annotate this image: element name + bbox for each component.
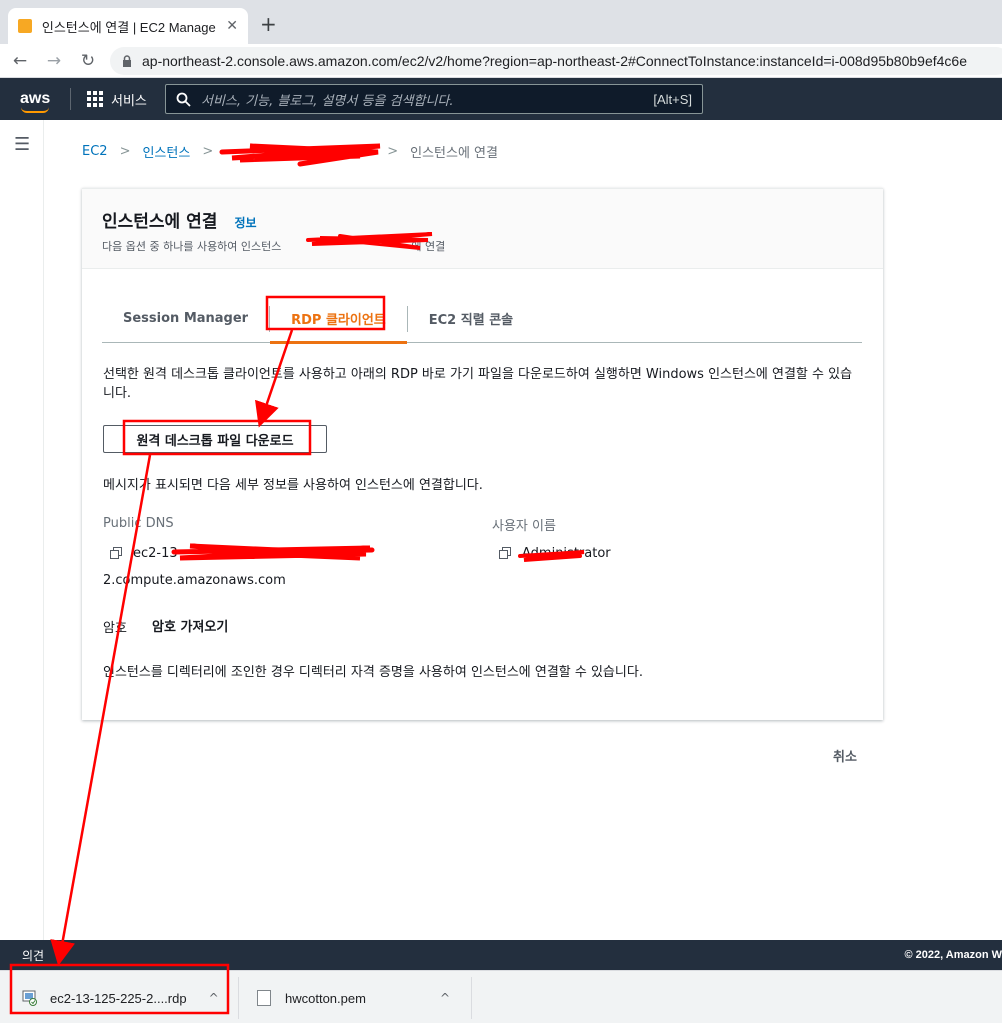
file-icon [257, 990, 271, 1006]
public-dns-label: Public DNS [103, 516, 174, 531]
aws-favicon-icon [18, 19, 32, 33]
connect-instance-panel: 인스턴스에 연결 정보 다음 옵션 중 하나를 사용하여 인스턴스 에 연결 S… [82, 188, 883, 720]
info-link[interactable]: 정보 [235, 216, 257, 230]
aws-logo-text: aws [20, 90, 51, 107]
connect-details-message: 메시지가 표시되면 다음 세부 정보를 사용하여 인스턴스에 연결합니다. [103, 478, 483, 493]
aws-footer: 의견 © 2022, Amazon W [0, 940, 1002, 970]
cancel-button[interactable]: 취소 [833, 746, 857, 765]
services-menu-button[interactable]: 서비스 [87, 90, 147, 109]
grid-icon [87, 91, 103, 107]
instance-id-redacted [281, 241, 411, 251]
public-dns-value-end: 2.compute.amazonaws.com [103, 573, 286, 588]
username-value: Administrator [522, 546, 611, 561]
side-navigation-rail: ☰ [0, 120, 44, 940]
search-icon [176, 92, 191, 107]
breadcrumb-current: 인스턴스에 연결 [410, 146, 498, 161]
download-shelf: ec2-13-125-225-2....rdp ^ hwcotton.pem ^ [0, 970, 1002, 1023]
chevron-right-icon: > [119, 144, 131, 159]
new-tab-icon[interactable]: + [260, 12, 277, 36]
aws-logo[interactable]: aws [20, 90, 54, 113]
close-icon[interactable]: ✕ [226, 18, 238, 34]
chevron-up-icon[interactable]: ^ [209, 991, 219, 1005]
breadcrumb-instance-id-redacted[interactable] [225, 145, 375, 159]
copy-icon[interactable] [499, 547, 511, 559]
breadcrumb-ec2[interactable]: EC2 [82, 144, 108, 159]
download-file-name: hwcotton.pem [285, 990, 366, 1006]
main-content: EC2 > 인스턴스 > > 인스턴스에 연결 인스턴스에 연결 정보 다음 옵… [44, 120, 1002, 940]
connection-method-tabs: Session Manager RDP 클라이언트 EC2 직렬 콘솔 [102, 295, 862, 344]
browser-tab-strip: 인스턴스에 연결 | EC2 Managem ✕ + [0, 0, 1002, 44]
download-item-pem[interactable]: hwcotton.pem ^ [257, 977, 457, 1019]
breadcrumb: EC2 > 인스턴스 > > 인스턴스에 연결 [82, 142, 498, 161]
menu-icon[interactable]: ☰ [14, 134, 30, 155]
panel-header: 인스턴스에 연결 정보 다음 옵션 중 하나를 사용하여 인스턴스 에 연결 [82, 189, 883, 269]
reload-icon[interactable]: ↻ [74, 51, 102, 71]
aws-search-input[interactable]: 서비스, 기능, 블로그, 설명서 등을 검색합니다. [Alt+S] [165, 84, 703, 114]
back-icon[interactable]: ← [6, 51, 34, 71]
tab-ec2-serial-console[interactable]: EC2 직렬 콘솔 [408, 295, 534, 343]
lock-icon [123, 55, 131, 67]
chevron-right-icon: > [202, 144, 214, 159]
panel-description: 다음 옵션 중 하나를 사용하여 인스턴스 에 연결 [102, 238, 863, 254]
get-password-link[interactable]: 암호 가져오기 [152, 616, 228, 635]
url-text: ap-northeast-2.console.aws.amazon.com/ec… [142, 53, 967, 69]
browser-toolbar: ← → ↻ ap-northeast-2.console.aws.amazon.… [0, 44, 1002, 78]
rdp-file-icon [22, 990, 37, 1006]
desc-prefix: 다음 옵션 중 하나를 사용하여 인스턴스 [102, 240, 282, 253]
desc-suffix: 에 연결 [411, 240, 446, 253]
aws-smile-icon [21, 107, 49, 113]
forward-icon[interactable]: → [40, 51, 68, 71]
header-divider [70, 88, 71, 110]
rdp-intro-text: 선택한 원격 데스크톱 클라이언트를 사용하고 아래의 RDP 바로 가기 파일… [103, 367, 853, 401]
search-shortcut: [Alt+S] [653, 91, 692, 107]
address-bar[interactable]: ap-northeast-2.console.aws.amazon.com/ec… [110, 47, 1002, 75]
browser-tab[interactable]: 인스턴스에 연결 | EC2 Managem ✕ [8, 8, 248, 44]
aws-top-nav: aws 서비스 서비스, 기능, 블로그, 설명서 등을 검색합니다. [Alt… [0, 78, 1002, 120]
tab-title: 인스턴스에 연결 | EC2 Managem [41, 19, 217, 35]
download-file-name: ec2-13-125-225-2....rdp [50, 990, 187, 1006]
feedback-link[interactable]: 의견 [22, 947, 44, 964]
public-dns-value-start: ec2-13- [133, 546, 183, 561]
breadcrumb-instances[interactable]: 인스턴스 [142, 142, 190, 161]
tab-rdp-client[interactable]: RDP 클라이언트 [270, 295, 407, 344]
directory-note: 인스턴스를 디렉터리에 조인한 경우 디렉터리 자격 증명을 사용하여 인스턴스… [103, 665, 643, 680]
username-label: 사용자 이름 [492, 519, 556, 534]
page-title: 인스턴스에 연결 [102, 212, 218, 232]
search-placeholder: 서비스, 기능, 블로그, 설명서 등을 검색합니다. [201, 93, 454, 109]
download-divider [471, 977, 472, 1019]
tab-session-manager[interactable]: Session Manager [102, 295, 269, 343]
password-label: 암호 [103, 621, 127, 636]
services-label: 서비스 [111, 93, 147, 109]
download-rdp-file-button[interactable]: 원격 데스크톱 파일 다운로드 [103, 425, 327, 453]
download-item-rdp[interactable]: ec2-13-125-225-2....rdp ^ [22, 977, 228, 1019]
download-divider [238, 977, 239, 1019]
chevron-up-icon[interactable]: ^ [440, 991, 450, 1005]
copy-icon[interactable] [110, 547, 122, 559]
copyright-text: © 2022, Amazon W [904, 949, 1002, 961]
chevron-right-icon: > [387, 144, 399, 159]
